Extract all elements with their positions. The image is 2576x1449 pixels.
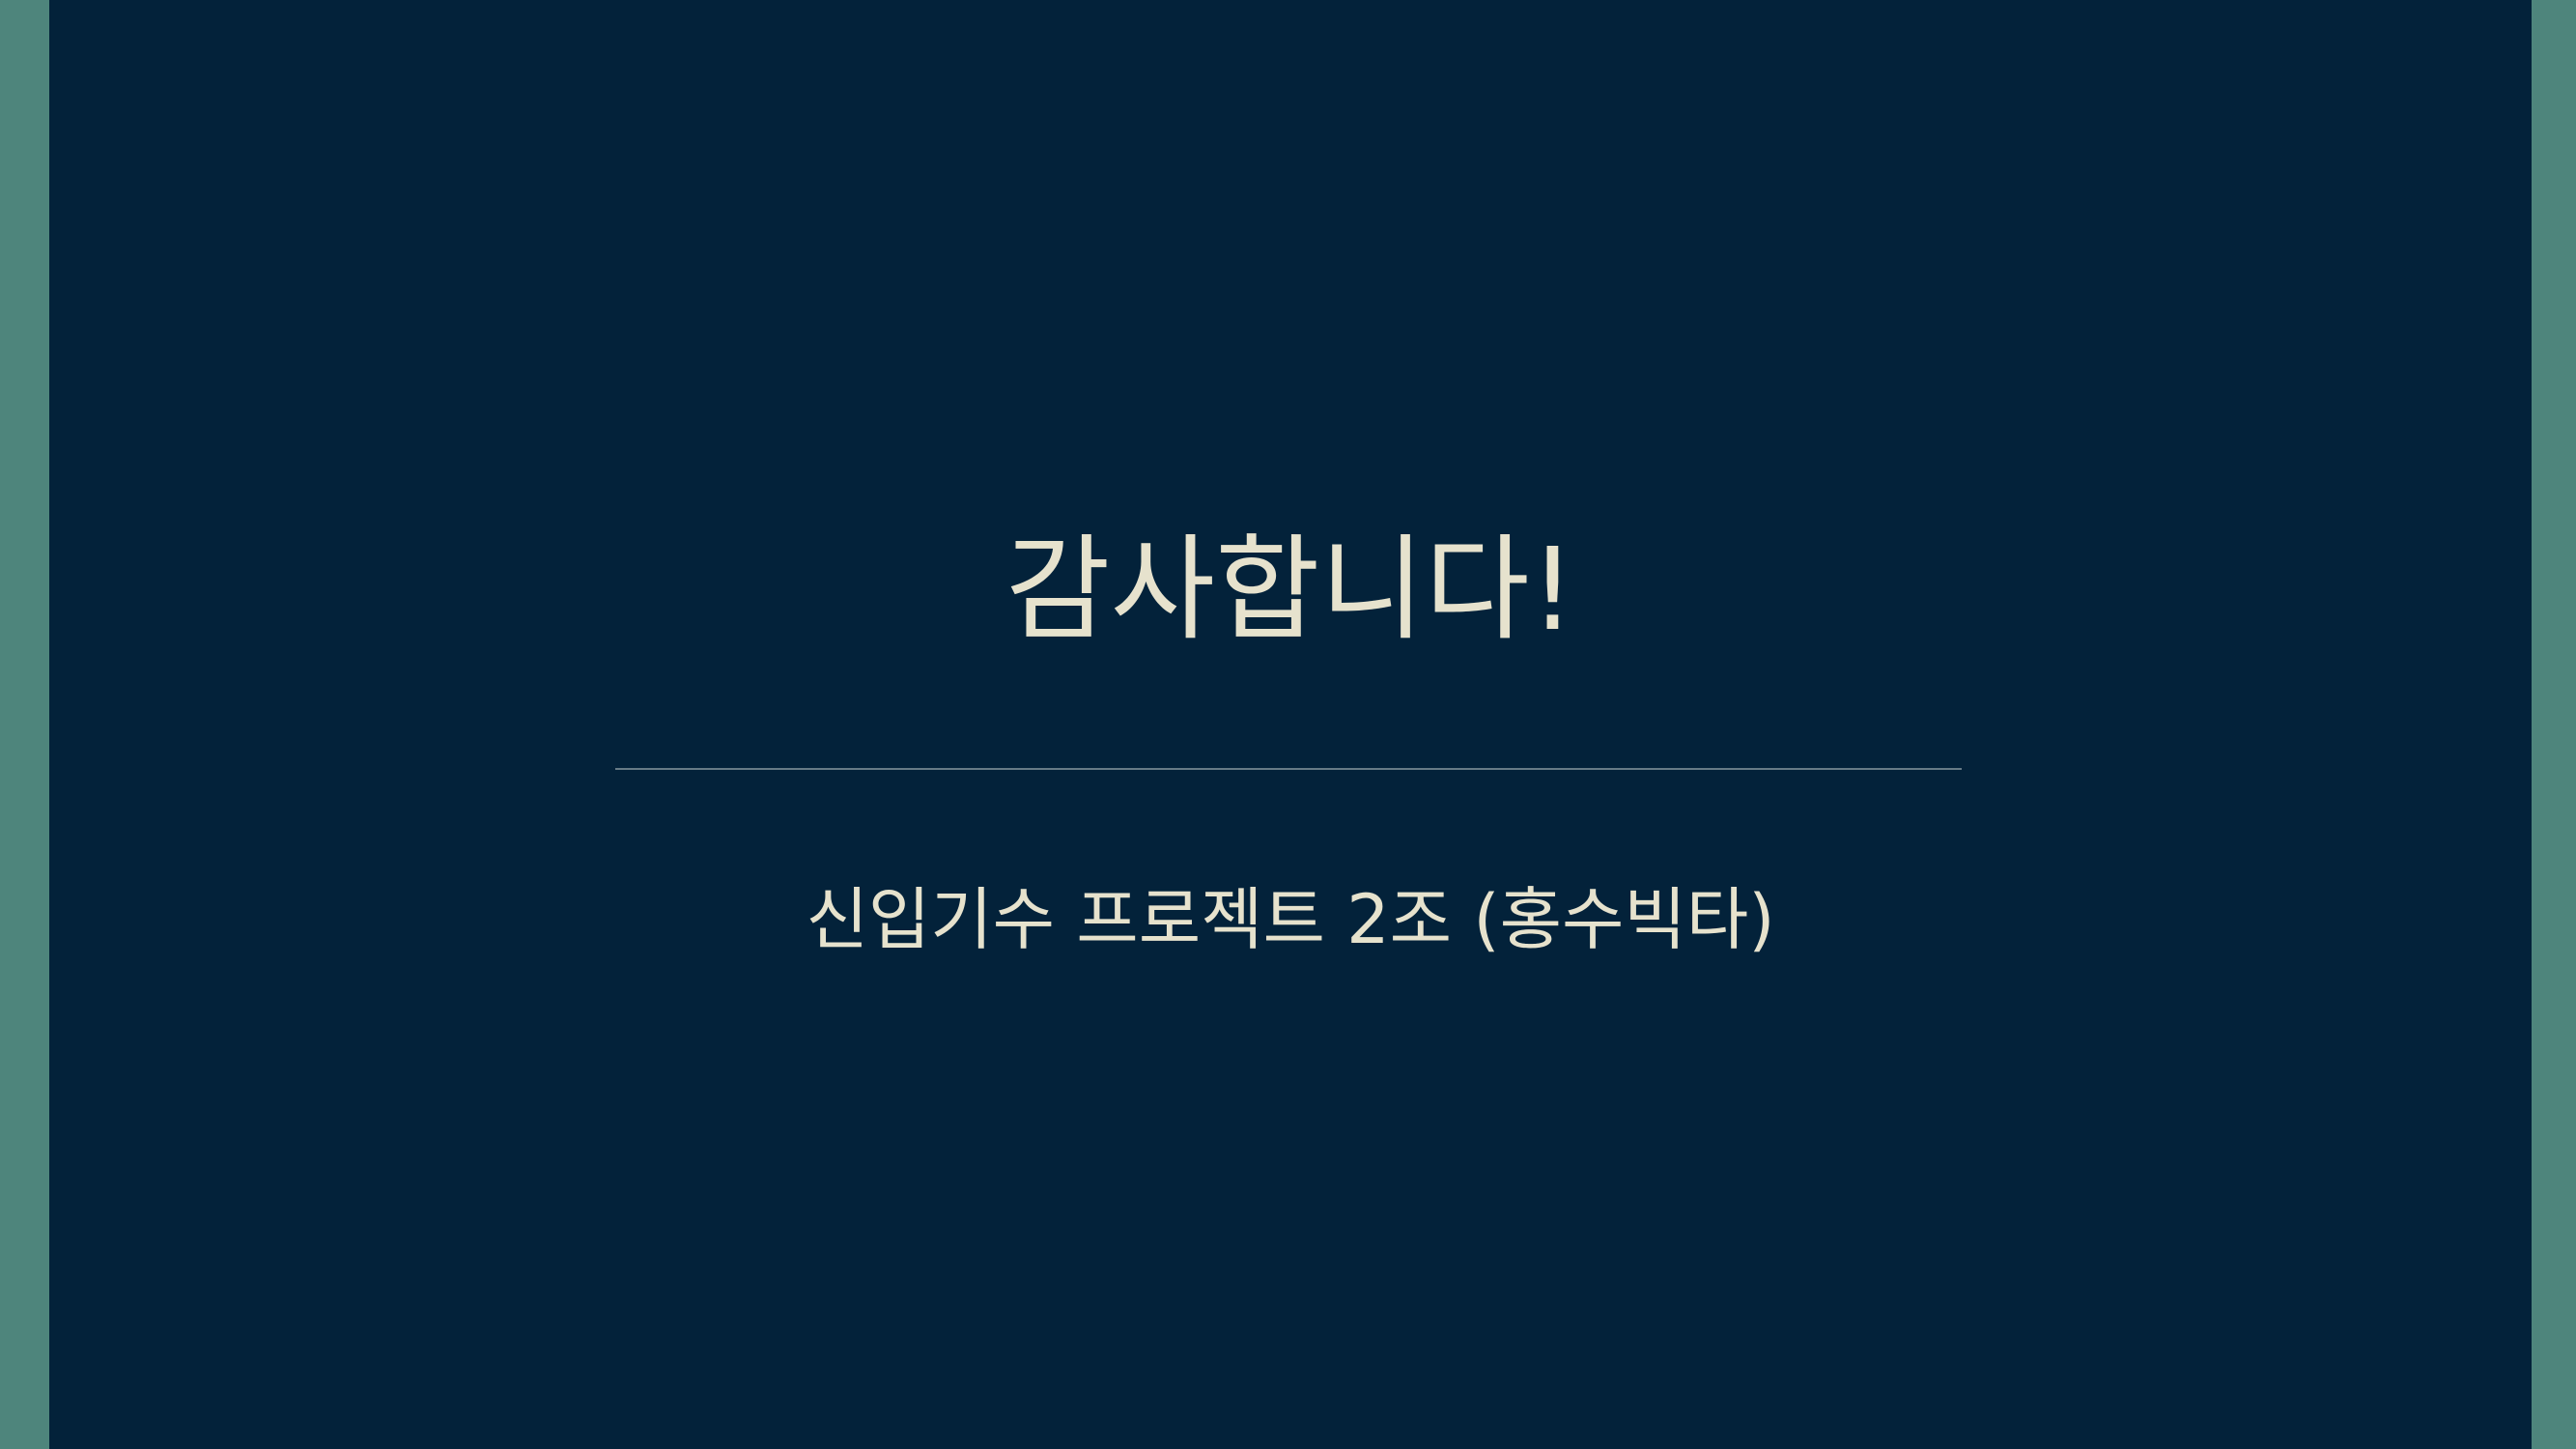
- slide-subtitle: 신입기수 프로젝트 2조 (홍수빅타): [806, 880, 1775, 959]
- slide-canvas: 감사합니다! 신입기수 프로젝트 2조 (홍수빅타): [49, 0, 2532, 1449]
- title-divider: [615, 768, 1962, 770]
- slide-title: 감사합니다!: [1005, 523, 1576, 656]
- slide-frame: 감사합니다! 신입기수 프로젝트 2조 (홍수빅타): [0, 0, 2576, 1449]
